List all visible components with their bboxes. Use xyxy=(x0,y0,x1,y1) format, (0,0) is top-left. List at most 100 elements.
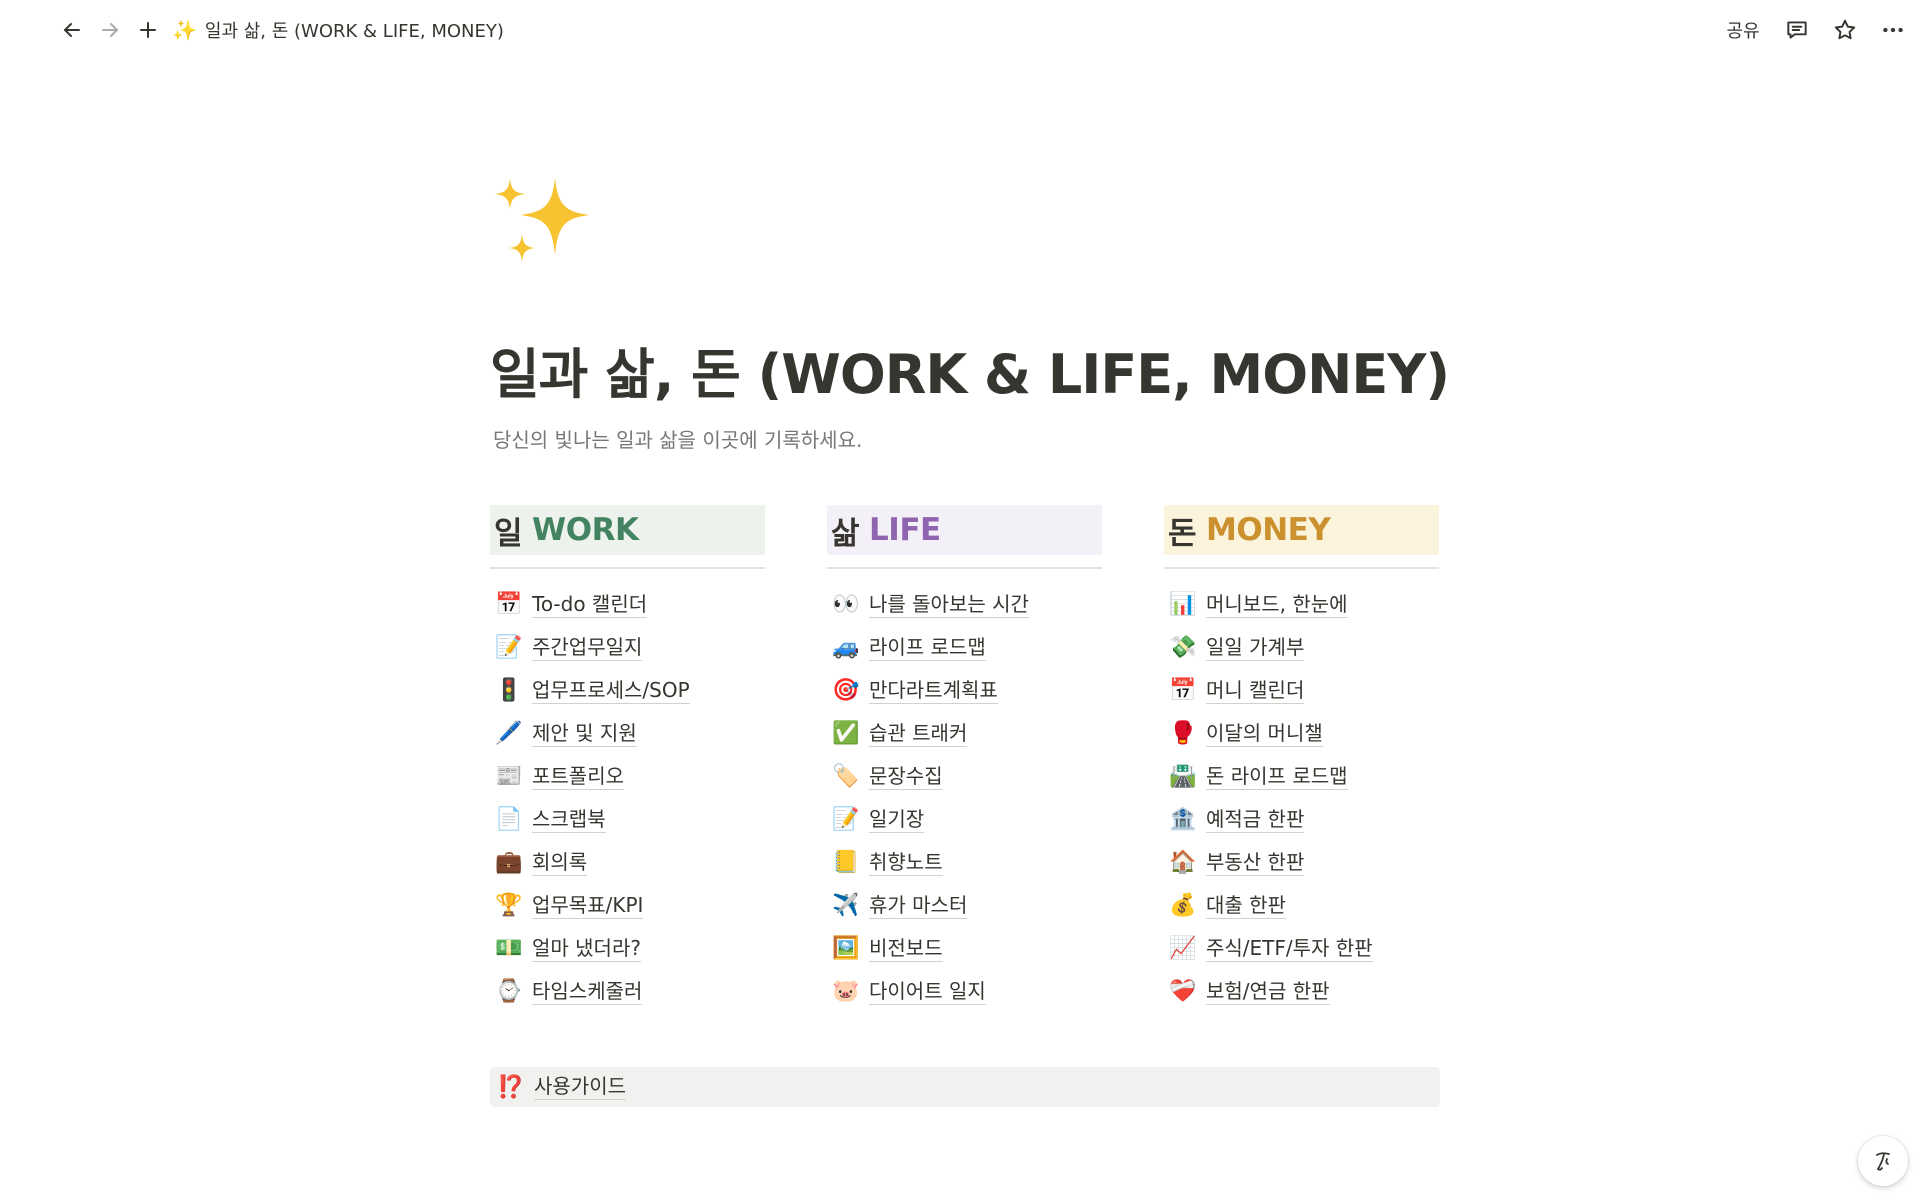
item-label: 일기장 xyxy=(869,806,925,833)
item-label: 돈 라이프 로드맵 xyxy=(1206,763,1348,790)
work-column: 일 WORK 📅 To-do 캘린더 📝 주간업무일지 🚦 업무프로세스/SOP 🖊️… xyxy=(490,505,765,1013)
list-item-scrapbook[interactable]: 📄 스크랩북 xyxy=(490,798,765,841)
list-item-money-roadmap[interactable]: 🛣️ 돈 라이프 로드맵 xyxy=(1164,755,1439,798)
list-item-weekly-log[interactable]: 📝 주간업무일지 xyxy=(490,626,765,669)
item-label: 타임스케줄러 xyxy=(532,978,643,1005)
list-item-diary[interactable]: 📝 일기장 xyxy=(827,798,1102,841)
bank-icon: 🏦 xyxy=(1169,807,1197,832)
divider xyxy=(1164,567,1439,569)
money-heading[interactable]: 돈 MONEY xyxy=(1164,505,1439,555)
memo-icon: 📝 xyxy=(832,807,860,832)
more-icon[interactable] xyxy=(1876,13,1910,47)
list-item-expenses[interactable]: 💵 얼마 냈더라? xyxy=(490,927,765,970)
highway-icon: 🛣️ xyxy=(1169,764,1197,789)
tag-icon: 🏷️ xyxy=(832,764,860,789)
item-label: 다이어트 일지 xyxy=(869,978,986,1005)
top-bar: ✨ 일과 삶, 돈 (WORK & LIFE, MONEY) 공유 xyxy=(0,0,1920,58)
list-item-money-challenge[interactable]: 🥊 이달의 머니챌 xyxy=(1164,712,1439,755)
list-item-sop[interactable]: 🚦 업무프로세스/SOP xyxy=(490,669,765,712)
list-item-life-roadmap[interactable]: 🚙 라이프 로드맵 xyxy=(827,626,1102,669)
car-icon: 🚙 xyxy=(832,635,860,660)
item-label: 보험/연금 한판 xyxy=(1206,978,1330,1005)
eyes-icon: 👀 xyxy=(832,592,860,617)
list-item-time-scheduler[interactable]: ⌚ 타임스케줄러 xyxy=(490,970,765,1013)
list-item-insurance[interactable]: ❤️‍🩹 보험/연금 한판 xyxy=(1164,970,1439,1013)
list-item-todo-calendar[interactable]: 📅 To-do 캘린더 xyxy=(490,583,765,626)
money-heading-en: MONEY xyxy=(1206,512,1331,548)
item-label: 문장수집 xyxy=(869,763,943,790)
comment-icon[interactable] xyxy=(1780,13,1814,47)
notion-ai-icon[interactable] xyxy=(1858,1136,1908,1186)
chart-increasing-icon: 📈 xyxy=(1169,936,1197,961)
calendar-icon: 📅 xyxy=(1169,678,1197,703)
target-icon: 🎯 xyxy=(832,678,860,703)
list-item-reflection[interactable]: 👀 나를 돌아보는 시간 xyxy=(827,583,1102,626)
list-item-mandalart[interactable]: 🎯 만다라트계획표 xyxy=(827,669,1102,712)
list-item-minutes[interactable]: 💼 회의록 xyxy=(490,841,765,884)
bar-chart-icon: 📊 xyxy=(1169,592,1197,617)
life-heading[interactable]: 삶 LIFE xyxy=(827,505,1102,555)
list-item-real-estate[interactable]: 🏠 부동산 한판 xyxy=(1164,841,1439,884)
page-title[interactable]: 일과 삶, 돈 (WORK & LIFE, MONEY) xyxy=(490,330,1450,409)
briefcase-icon: 💼 xyxy=(495,850,523,875)
star-icon[interactable] xyxy=(1828,13,1862,47)
divider xyxy=(490,567,765,569)
list-item-investments[interactable]: 📈 주식/ETF/투자 한판 xyxy=(1164,927,1439,970)
item-label: 예적금 한판 xyxy=(1206,806,1305,833)
divider xyxy=(827,567,1102,569)
work-heading-ko: 일 xyxy=(494,515,523,552)
money-column: 돈 MONEY 📊 머니보드, 한눈에 💸 일일 가계부 📅 머니 캘린더 🥊 이달의 … xyxy=(1164,505,1439,1013)
list-item-kpi[interactable]: 🏆 업무목표/KPI xyxy=(490,884,765,927)
item-label: 부동산 한판 xyxy=(1206,849,1305,876)
back-arrow-icon[interactable] xyxy=(56,14,88,46)
item-label: 머니보드, 한눈에 xyxy=(1206,591,1348,618)
plus-icon[interactable] xyxy=(132,14,164,46)
mending-heart-icon: ❤️‍🩹 xyxy=(1169,979,1197,1004)
dollar-bill-icon: 💵 xyxy=(495,936,523,961)
traffic-light-icon: 🚦 xyxy=(495,678,523,703)
trophy-icon: 🏆 xyxy=(495,893,523,918)
list-item-savings[interactable]: 🏦 예적금 한판 xyxy=(1164,798,1439,841)
sparkles-icon[interactable] xyxy=(490,170,600,280)
calendar-icon: 📅 xyxy=(495,592,523,617)
page-description[interactable]: 당신의 빛나는 일과 삶을 이곳에 기록하세요. xyxy=(493,424,862,453)
list-item-vacation[interactable]: ✈️ 휴가 마스터 xyxy=(827,884,1102,927)
list-item-daily-budget[interactable]: 💸 일일 가계부 xyxy=(1164,626,1439,669)
list-item-loans[interactable]: 💰 대출 한판 xyxy=(1164,884,1439,927)
share-button[interactable]: 공유 xyxy=(1719,14,1767,46)
user-guide-link[interactable]: ⁉️ 사용가이드 xyxy=(490,1067,1440,1107)
item-label: 대출 한판 xyxy=(1206,892,1286,919)
boxing-glove-icon: 🥊 xyxy=(1169,721,1197,746)
exclamation-question-icon: ⁉️ xyxy=(497,1074,525,1100)
money-bag-icon: 💰 xyxy=(1169,893,1197,918)
life-heading-ko: 삶 xyxy=(831,515,860,552)
list-item-money-calendar[interactable]: 📅 머니 캘린더 xyxy=(1164,669,1439,712)
list-item-proposal[interactable]: 🖊️ 제안 및 지원 xyxy=(490,712,765,755)
work-heading[interactable]: 일 WORK xyxy=(490,505,765,555)
item-label: 일일 가계부 xyxy=(1206,634,1305,661)
list-item-quotes[interactable]: 🏷️ 문장수집 xyxy=(827,755,1102,798)
house-icon: 🏠 xyxy=(1169,850,1197,875)
item-label: To-do 캘린더 xyxy=(532,591,648,618)
pig-icon: 🐷 xyxy=(832,979,860,1004)
breadcrumb[interactable]: ✨ 일과 삶, 돈 (WORK & LIFE, MONEY) xyxy=(172,14,504,46)
list-item-taste-note[interactable]: 📒 취향노트 xyxy=(827,841,1102,884)
life-list: 👀 나를 돌아보는 시간 🚙 라이프 로드맵 🎯 만다라트계획표 ✅ 습관 트래커 🏷️… xyxy=(827,583,1102,1013)
list-item-portfolio[interactable]: 📰 포트폴리오 xyxy=(490,755,765,798)
money-heading-ko: 돈 xyxy=(1168,515,1197,552)
guide-label: 사용가이드 xyxy=(534,1074,626,1100)
newspaper-icon: 📰 xyxy=(495,764,523,789)
list-item-vision-board[interactable]: 🖼️ 비전보드 xyxy=(827,927,1102,970)
check-icon: ✅ xyxy=(832,721,860,746)
item-label: 얼마 냈더라? xyxy=(532,935,641,962)
list-item-money-board[interactable]: 📊 머니보드, 한눈에 xyxy=(1164,583,1439,626)
list-item-diet-log[interactable]: 🐷 다이어트 일지 xyxy=(827,970,1102,1013)
picture-icon: 🖼️ xyxy=(832,936,860,961)
list-item-habit-tracker[interactable]: ✅ 습관 트래커 xyxy=(827,712,1102,755)
item-label: 취향노트 xyxy=(869,849,943,876)
item-label: 업무목표/KPI xyxy=(532,892,644,919)
memo-icon: 📝 xyxy=(495,635,523,660)
forward-arrow-icon[interactable] xyxy=(94,14,126,46)
item-label: 비전보드 xyxy=(869,935,943,962)
item-label: 회의록 xyxy=(532,849,588,876)
